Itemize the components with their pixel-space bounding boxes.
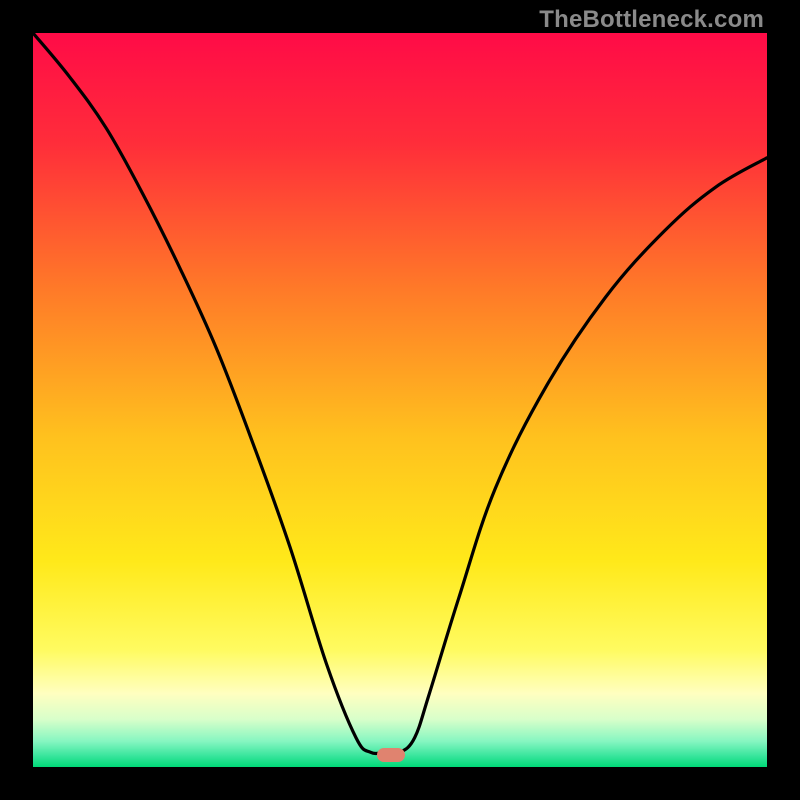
background-gradient [33, 33, 767, 767]
plot-area [33, 33, 767, 767]
optimum-marker [377, 748, 405, 762]
watermark-text: TheBottleneck.com [539, 6, 764, 34]
chart-frame: TheBottleneck.com [0, 0, 800, 800]
